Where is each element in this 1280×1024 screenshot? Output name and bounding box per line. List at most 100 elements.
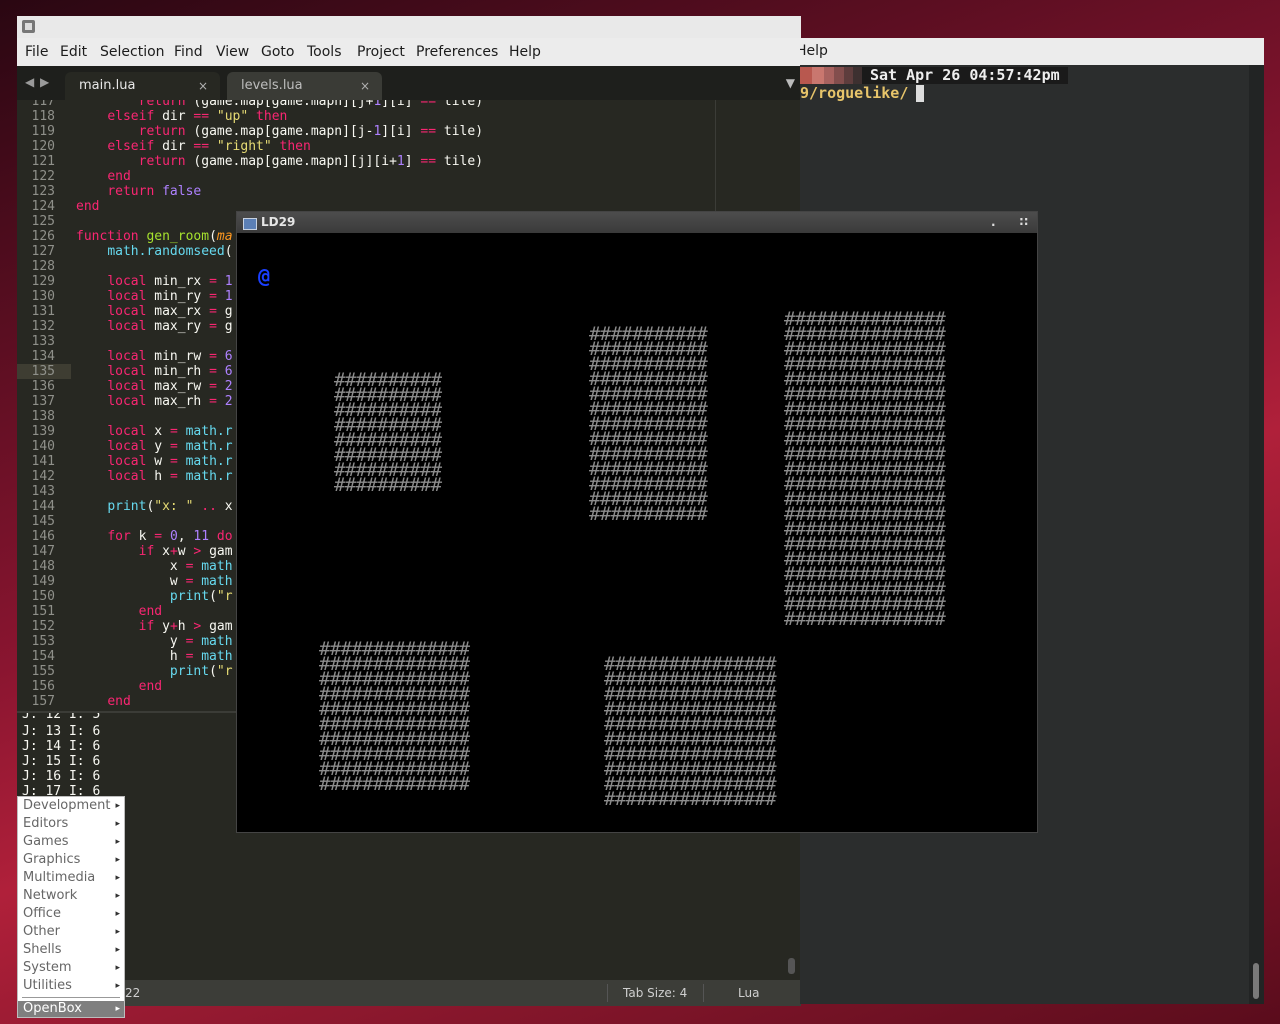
menu-item-multimedia[interactable]: Multimedia ▸ <box>18 869 124 887</box>
console-line: J: 14 I: 6 <box>22 739 101 754</box>
code-line: 156 end <box>17 679 163 694</box>
code-text: end <box>138 679 163 694</box>
code-line: 157 end <box>17 694 131 709</box>
menu-project[interactable]: Project <box>357 38 405 66</box>
menu-item-editors[interactable]: Editors ▸ <box>18 815 124 833</box>
maximize-icon[interactable]: :: <box>1019 211 1029 232</box>
menu-item-label: System <box>23 960 72 975</box>
menu-help[interactable]: Help <box>800 38 828 65</box>
code-text: end <box>138 604 163 619</box>
menu-separator <box>22 997 120 998</box>
tab-back-icon[interactable]: ◀ <box>25 75 34 89</box>
room-1: ########## ########## ########## #######… <box>334 369 442 496</box>
code-text: math.randomseed( <box>107 244 233 259</box>
code-text: end <box>107 694 131 709</box>
submenu-arrow-icon: ▸ <box>115 909 120 919</box>
code-text: x = math <box>76 559 233 574</box>
menu-file[interactable]: File <box>25 38 48 66</box>
code-text: elseif dir == "up" then <box>107 109 288 124</box>
code-line: 118 elseif dir == "up" then <box>17 109 288 124</box>
line-number: 143 <box>31 484 55 499</box>
submenu-arrow-icon: ▸ <box>115 873 120 883</box>
line-number: 139 <box>31 424 55 439</box>
line-number: 133 <box>31 334 55 349</box>
game-titlebar[interactable]: LD29 . :: <box>237 212 1037 233</box>
menu-item-utilities[interactable]: Utilities ▸ <box>18 977 124 995</box>
status-divider <box>607 984 608 1002</box>
menu-item-openbox[interactable]: OpenBox ▸ <box>18 1001 124 1017</box>
line-number: 144 <box>31 499 55 514</box>
minimize-icon[interactable]: . <box>991 212 996 233</box>
code-line: 136 local max_rw = 2 <box>17 379 233 394</box>
line-number: 137 <box>31 394 55 409</box>
code-line: 129 local min_rx = 1 <box>17 274 233 289</box>
menu-item-graphics[interactable]: Graphics ▸ <box>18 851 124 869</box>
code-text: local max_rw = 2 <box>107 379 233 394</box>
room-3: ############### ############### ########… <box>784 308 946 630</box>
menu-goto[interactable]: Goto <box>261 38 294 66</box>
status-tab-size[interactable]: Tab Size: 4 <box>623 980 687 1006</box>
close-icon[interactable]: × <box>198 72 208 100</box>
code-line: 147 if x+w > gam <box>17 544 233 559</box>
console-scrollbar[interactable] <box>788 958 795 974</box>
tab-levels-lua[interactable]: levels.lua × <box>227 72 382 100</box>
line-number: 129 <box>31 274 55 289</box>
code-text: local h = math.r <box>107 469 233 484</box>
scrollbar-thumb[interactable] <box>1253 963 1259 999</box>
code-line: 149 w = math <box>17 574 233 589</box>
menu-view[interactable]: View <box>216 38 249 66</box>
line-number: 124 <box>31 199 55 214</box>
menu-tools[interactable]: Tools <box>307 38 342 66</box>
editor-titlebar[interactable] <box>17 16 801 39</box>
terminal-scrollbar[interactable] <box>1249 65 1264 1004</box>
tab-forward-icon[interactable]: ▶ <box>40 75 49 89</box>
line-number: 141 <box>31 454 55 469</box>
line-number: 156 <box>31 679 55 694</box>
line-number: 131 <box>31 304 55 319</box>
terminal-menubar: Help <box>800 38 1264 66</box>
menu-selection[interactable]: Selection <box>100 38 165 66</box>
submenu-arrow-icon: ▸ <box>115 945 120 955</box>
code-text: elseif dir == "right" then <box>107 139 311 154</box>
code-line: 123 return false <box>17 184 202 199</box>
menu-item-label: Utilities <box>23 978 72 993</box>
menu-item-shells[interactable]: Shells ▸ <box>18 941 124 959</box>
submenu-arrow-icon: ▸ <box>115 1004 120 1014</box>
menu-item-other[interactable]: Other ▸ <box>18 923 124 941</box>
line-number: 142 <box>31 469 55 484</box>
line-number: 135 <box>31 364 55 379</box>
code-line: 117 return (game.map[game.mapn][j+1][i] … <box>17 100 484 109</box>
code-text: return false <box>107 184 202 199</box>
code-line: 145 <box>17 514 76 529</box>
code-line: 127 math.randomseed( <box>17 244 233 259</box>
menu-edit[interactable]: Edit <box>60 38 87 66</box>
code-text: print("x: " .. x <box>107 499 233 514</box>
game-canvas[interactable]: @ ########## ########## ########## #####… <box>237 233 1037 832</box>
menu-item-development[interactable]: Development ▸ <box>18 797 124 815</box>
code-text: local max_rx = g <box>107 304 233 319</box>
close-icon[interactable]: × <box>360 72 370 100</box>
window-icon <box>243 218 257 230</box>
code-text: print("r <box>169 589 233 604</box>
code-line: 154 h = math <box>17 649 233 664</box>
editor-menubar: File Edit Selection Find View Goto Tools… <box>17 38 801 67</box>
submenu-arrow-icon: ▸ <box>115 963 120 973</box>
tab-main-lua[interactable]: main.lua × <box>65 72 220 100</box>
line-number: 127 <box>31 244 55 259</box>
code-line: 130 local min_ry = 1 <box>17 289 233 304</box>
status-syntax[interactable]: Lua <box>738 980 759 1006</box>
line-number: 149 <box>31 574 55 589</box>
menu-item-games[interactable]: Games ▸ <box>18 833 124 851</box>
menu-item-network[interactable]: Network ▸ <box>18 887 124 905</box>
code-text: if x+w > gam <box>138 544 233 559</box>
status-bar: 22 Tab Size: 4 Lua <box>17 980 801 1006</box>
menu-item-office[interactable]: Office ▸ <box>18 905 124 923</box>
code-line: 144 print("x: " .. x <box>17 499 233 514</box>
menu-preferences[interactable]: Preferences <box>416 38 498 66</box>
menu-find[interactable]: Find <box>174 38 203 66</box>
menu-item-system[interactable]: System ▸ <box>18 959 124 977</box>
code-line: 140 local y = math.r <box>17 439 233 454</box>
tab-list-dropdown-icon[interactable]: ▼ <box>786 76 795 90</box>
menu-help[interactable]: Help <box>509 38 541 66</box>
line-number: 130 <box>31 289 55 304</box>
